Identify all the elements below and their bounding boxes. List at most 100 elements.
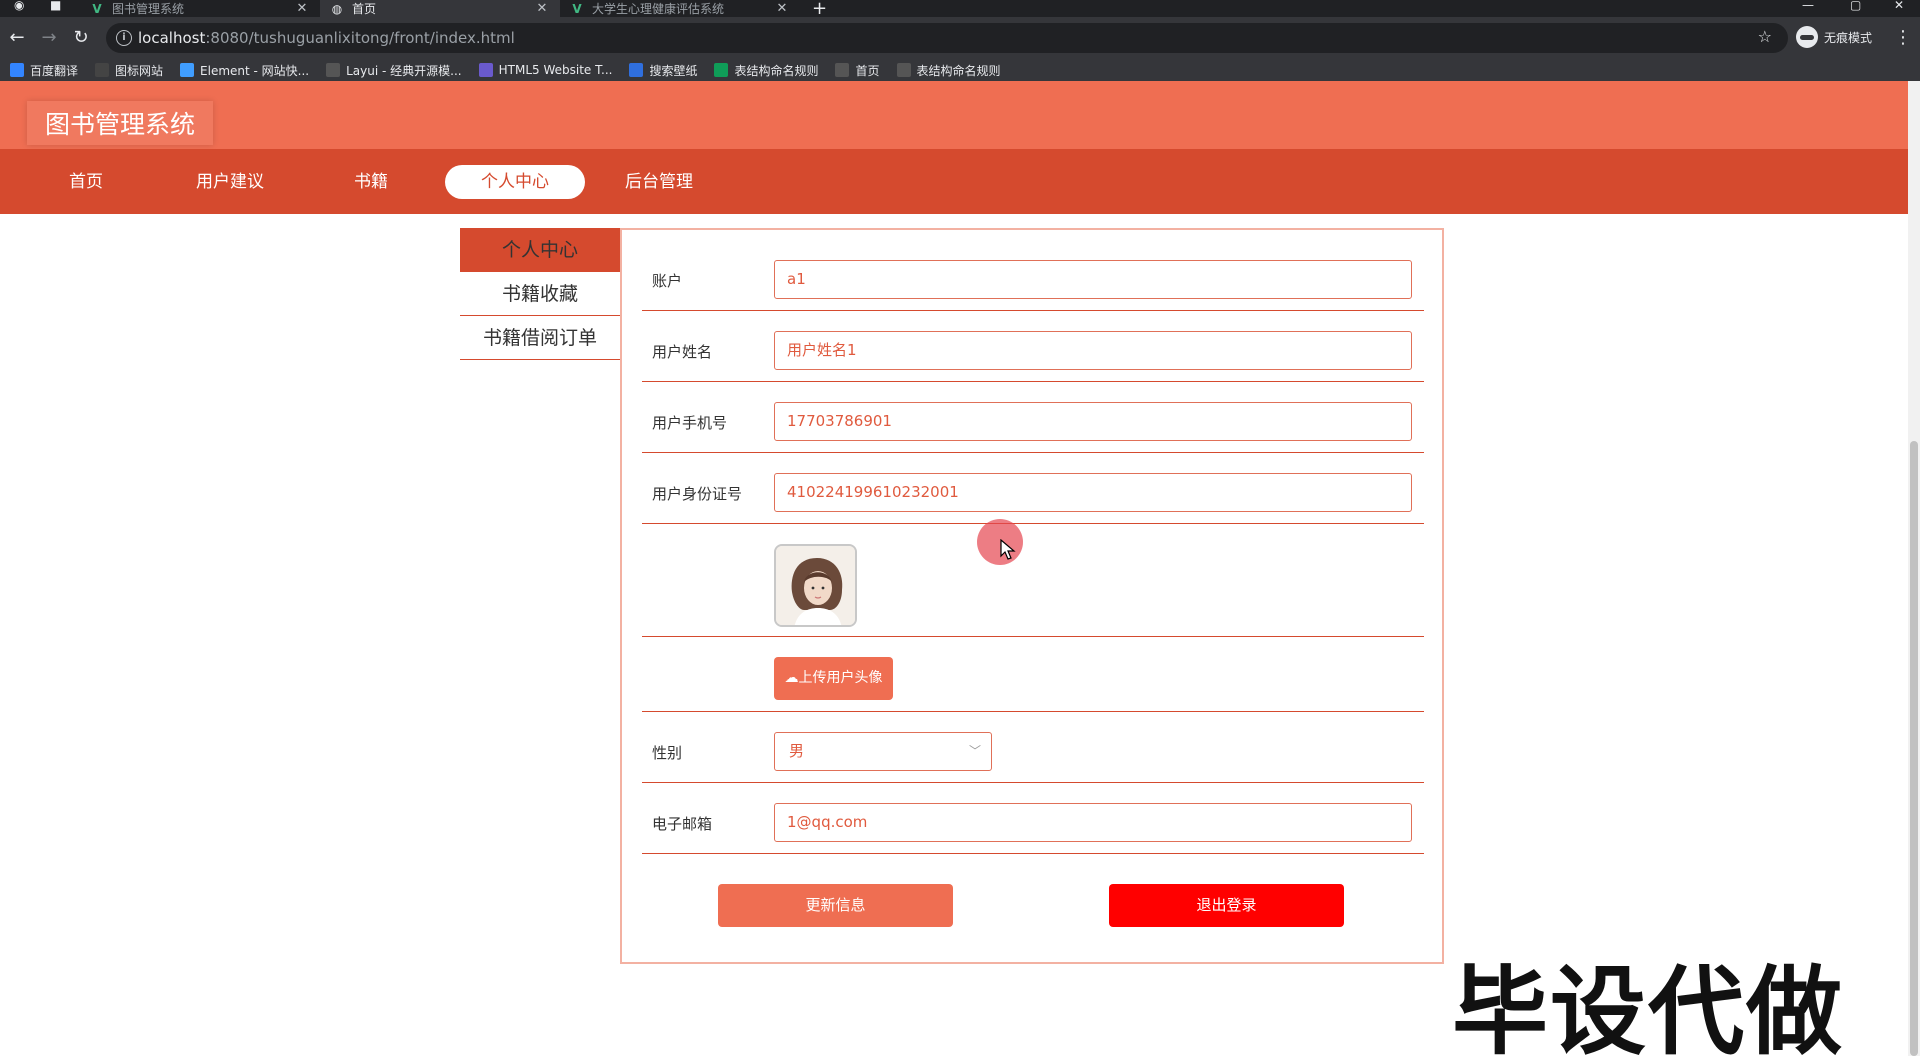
bookmark-label: 表结构命名规则 <box>734 63 819 78</box>
form-row-account: 账户 a1 <box>642 230 1424 311</box>
bookmark-label: 搜索壁纸 <box>649 63 698 78</box>
window-close-icon[interactable]: ✕ <box>1894 0 1904 12</box>
form-row-idcard: 用户身份证号 410224199610232001 <box>642 453 1424 524</box>
bookmark-item[interactable]: HTML5 Website T... <box>478 63 613 77</box>
form-row-gender: 性别 男 ﹀ <box>642 712 1424 783</box>
url-text[interactable]: localhost:8080/tushuguanlixitong/front/i… <box>138 29 515 47</box>
avatar[interactable] <box>774 544 857 627</box>
bookmark-item[interactable]: Layui - 经典开源模... <box>326 62 462 79</box>
bookmarks-bar: 百度翻译 图标网站 Element - 网站快... Layui - 经典开源模...… <box>0 59 1920 81</box>
upload-avatar-label: 上传用户头像 <box>798 670 883 686</box>
maximize-icon[interactable]: ▢ <box>1850 0 1861 12</box>
bookmark-label: Element - 网站快... <box>200 63 310 78</box>
close-icon[interactable]: ✕ <box>774 1 790 16</box>
vue-logo-icon: V <box>92 1 102 16</box>
address-bar[interactable]: i localhost:8080/tushuguanlixitong/front… <box>106 23 1788 53</box>
bookmark-label: Layui - 经典开源模... <box>346 63 462 78</box>
gender-label: 性别 <box>652 744 683 762</box>
flag-icon <box>95 63 110 77</box>
incognito-icon <box>1796 26 1818 48</box>
nav-profile[interactable]: 个人中心 <box>445 165 585 199</box>
close-icon[interactable]: ✕ <box>294 1 310 16</box>
url-host: localhost <box>138 29 206 47</box>
translate-icon <box>10 63 24 77</box>
tab-psychology-system[interactable]: V 大学生心理健康评估系统 ✕ <box>560 0 800 17</box>
sidebar-item-profile[interactable]: 个人中心 <box>460 228 620 272</box>
email-input[interactable]: 1@qq.com <box>774 803 1412 842</box>
email-label: 电子邮箱 <box>652 815 713 833</box>
page-scrollbar[interactable] <box>1908 81 1920 1056</box>
cloud-upload-icon: ☁ <box>784 670 799 686</box>
tab-search-icon[interactable]: ■ <box>50 0 61 12</box>
bookmark-label: HTML5 Website T... <box>498 63 613 77</box>
gender-select[interactable]: 男 ﹀ <box>774 732 992 771</box>
html5-icon <box>478 63 493 77</box>
scrollbar-thumb[interactable] <box>1910 441 1918 1056</box>
form-row-phone: 用户手机号 17703786901 <box>642 382 1424 453</box>
bookmark-item[interactable]: 百度翻译 <box>10 62 78 79</box>
form-row-avatar <box>642 524 1424 637</box>
bookmark-item[interactable]: 表结构命名规则 <box>714 62 818 79</box>
bookmark-item[interactable]: 图标网站 <box>95 62 163 79</box>
close-icon[interactable]: ✕ <box>534 1 550 16</box>
profile-form: 账户 a1 用户姓名 用户姓名1 用户手机号 17703786901 用户身份证… <box>620 228 1444 964</box>
bookmark-item[interactable]: 首页 <box>835 62 880 79</box>
upload-avatar-button[interactable]: ☁上传用户头像 <box>774 657 893 700</box>
avatar-portrait <box>776 546 855 625</box>
nav-home[interactable]: 首页 <box>16 165 156 199</box>
sidebar-item-borrow-orders[interactable]: 书籍借阅订单 <box>460 316 620 360</box>
tab-home[interactable]: ◍ 首页 ✕ <box>320 0 560 17</box>
bookmark-label: 首页 <box>855 63 880 78</box>
bookmark-label: 百度翻译 <box>30 63 79 78</box>
form-row-name: 用户姓名 用户姓名1 <box>642 311 1424 382</box>
name-label: 用户姓名 <box>652 343 713 361</box>
layui-icon <box>326 63 341 77</box>
bookmark-item[interactable]: 表结构命名规则 <box>896 62 1001 79</box>
wallpaper-icon <box>629 63 644 77</box>
update-info-button[interactable]: 更新信息 <box>718 884 953 927</box>
site-header: 图书管理系统 <box>0 81 1908 149</box>
page-viewport: 图书管理系统 首页 用户建议 书籍 个人中心 后台管理 个人中心 书籍收藏 书籍… <box>0 81 1920 1056</box>
element-icon <box>180 63 195 77</box>
globe-icon: ◍ <box>331 1 343 16</box>
more-menu-icon[interactable]: ⋮ <box>1894 27 1912 48</box>
bookmark-star-icon[interactable]: ☆ <box>1758 27 1772 46</box>
phone-input[interactable]: 17703786901 <box>774 402 1412 441</box>
reload-icon[interactable]: ↻ <box>70 27 92 49</box>
vue-logo-icon: V <box>572 1 582 16</box>
nav-admin[interactable]: 后台管理 <box>589 165 729 199</box>
site-title: 图书管理系统 <box>27 101 214 145</box>
bookmark-item[interactable]: Element - 网站快... <box>180 62 309 79</box>
gender-value: 男 <box>789 742 805 760</box>
nav-books[interactable]: 书籍 <box>301 165 441 199</box>
url-path: :8080/tushuguanlixitong/front/index.html <box>205 29 515 47</box>
idcard-label: 用户身份证号 <box>652 485 743 503</box>
sheet-icon <box>714 63 729 77</box>
name-input[interactable]: 用户姓名1 <box>774 331 1412 370</box>
mouse-cursor-icon <box>1000 539 1016 560</box>
phone-label: 用户手机号 <box>652 414 728 432</box>
back-arrow-icon[interactable]: ← <box>6 27 28 49</box>
incognito-indicator[interactable]: 无痕模式 <box>1796 26 1872 48</box>
site-nav: 首页 用户建议 书籍 个人中心 后台管理 <box>0 149 1908 214</box>
bookmark-label: 表结构命名规则 <box>916 63 1001 78</box>
forward-arrow-icon[interactable]: → <box>38 27 60 49</box>
bookmark-label: 图标网站 <box>115 63 164 78</box>
browser-tab-bar: ◉ ■ V 图书管理系统 ✕ ◍ 首页 ✕ V 大学生心理健康评估系统 ✕ + … <box>0 0 1920 19</box>
incognito-label: 无痕模式 <box>1824 30 1873 45</box>
tab-library-system[interactable]: V 图书管理系统 ✕ <box>80 0 320 17</box>
browser-toolbar: ← → ↻ i localhost:8080/tushuguanlixitong… <box>0 17 1920 59</box>
account-input[interactable]: a1 <box>774 260 1412 299</box>
minimize-icon[interactable]: — <box>1802 0 1814 12</box>
bookmark-item[interactable]: 搜索壁纸 <box>629 62 697 79</box>
globe-icon <box>835 63 850 77</box>
browser-menu-icon[interactable]: ◉ <box>14 0 24 12</box>
form-row-upload: ☁上传用户头像 <box>642 637 1424 712</box>
sidebar-item-favorites[interactable]: 书籍收藏 <box>460 272 620 316</box>
idcard-input[interactable]: 410224199610232001 <box>774 473 1412 512</box>
nav-suggestions[interactable]: 用户建议 <box>160 165 300 199</box>
site-info-icon[interactable]: i <box>116 30 132 46</box>
watermark-text: 毕设代做 <box>1452 956 1844 1056</box>
sidebar-menu: 个人中心 书籍收藏 书籍借阅订单 <box>460 228 620 360</box>
logout-button[interactable]: 退出登录 <box>1109 884 1344 927</box>
